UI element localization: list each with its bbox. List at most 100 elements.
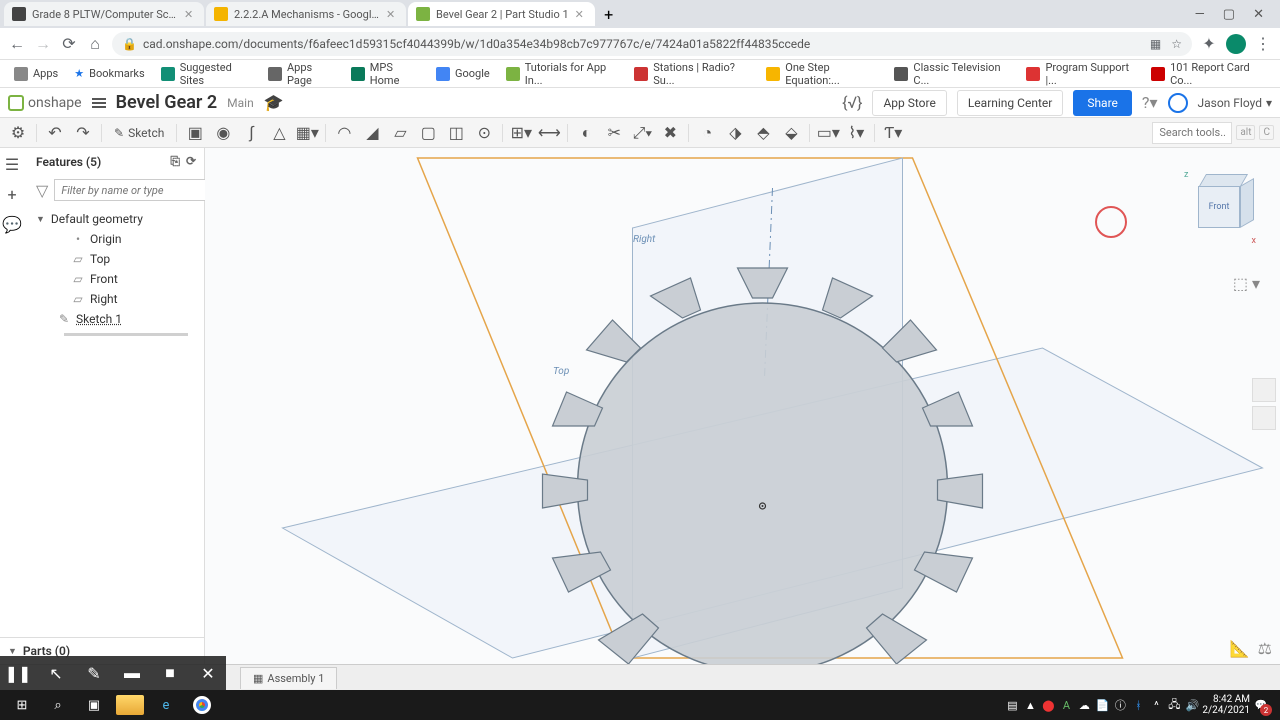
tray-icon[interactable]: ▲ xyxy=(1022,697,1038,713)
comments-tab-icon[interactable]: 💬 xyxy=(0,212,24,236)
tree-front-plane[interactable]: ▱ Front xyxy=(28,269,204,289)
bookmark-item[interactable]: MPS Home xyxy=(345,58,426,90)
bookmark-item[interactable]: Suggested Sites xyxy=(155,58,258,90)
variable-icon[interactable]: Ƭ▾ xyxy=(881,121,905,145)
bookmark-item[interactable]: ★Bookmarks xyxy=(68,64,150,83)
feature-tree-tab-icon[interactable]: ☰ xyxy=(0,152,24,176)
tray-icon[interactable]: ⬤ xyxy=(1040,697,1056,713)
chamfer-icon[interactable]: ◢ xyxy=(360,121,384,145)
minimize-icon[interactable]: — xyxy=(1195,7,1205,22)
tree-sketch-1[interactable]: ✎ Sketch 1 xyxy=(28,309,204,329)
offset-surface-icon[interactable]: ⬙ xyxy=(779,121,803,145)
new-tab-button[interactable]: + xyxy=(597,2,621,26)
tree-top-plane[interactable]: ▱ Top xyxy=(28,249,204,269)
highlighter-icon[interactable]: ▬ xyxy=(122,663,142,683)
mass-properties-icon[interactable] xyxy=(1252,406,1276,430)
redo-icon[interactable]: ↷ xyxy=(71,121,95,145)
bookmark-item[interactable]: 101 Report Card Co... xyxy=(1145,58,1272,90)
reload-icon[interactable]: ⟳ xyxy=(60,35,78,53)
qr-icon[interactable]: ▦ xyxy=(1150,37,1161,51)
close-icon[interactable]: ✕ xyxy=(575,8,587,20)
bookmark-item[interactable]: Tutorials for App In... xyxy=(500,58,625,90)
section-view-icon[interactable] xyxy=(1252,378,1276,402)
volume-icon[interactable]: 🔊 xyxy=(1184,697,1200,713)
mirror-icon[interactable]: ⟷ xyxy=(537,121,561,145)
chrome-icon[interactable] xyxy=(184,692,220,718)
sketch-button[interactable]: ✎ Sketch xyxy=(108,121,170,145)
shell-icon[interactable]: ▢ xyxy=(416,121,440,145)
tray-chevron-icon[interactable]: ^ xyxy=(1148,697,1164,713)
cube-right-face[interactable] xyxy=(1240,178,1254,228)
close-icon[interactable]: ✕ xyxy=(184,8,196,20)
sweep-icon[interactable]: ∫ xyxy=(239,121,263,145)
bookmark-apps[interactable]: Apps xyxy=(8,64,64,84)
version-graph-icon[interactable]: {√} xyxy=(842,93,862,112)
pen-icon[interactable]: ✎ xyxy=(84,663,104,683)
start-button[interactable]: ⊞ xyxy=(4,692,40,718)
refresh-icon[interactable]: ⟳ xyxy=(186,154,196,169)
url-field[interactable]: 🔒 cad.onshape.com/documents/f6afeec1d593… xyxy=(112,32,1192,56)
tray-icon[interactable]: A xyxy=(1058,697,1074,713)
notifications-icon[interactable]: 💬 xyxy=(1252,696,1270,714)
task-view-icon[interactable]: ▣ xyxy=(76,692,112,718)
app-store-button[interactable]: App Store xyxy=(872,90,946,116)
share-button[interactable]: Share xyxy=(1073,90,1132,116)
view-cube[interactable]: z Front x xyxy=(1180,168,1260,248)
bookmark-item[interactable]: Google xyxy=(430,64,496,84)
home-icon[interactable]: ⌂ xyxy=(86,35,104,53)
bluetooth-icon[interactable]: ᚼ xyxy=(1130,697,1146,713)
tree-origin[interactable]: • Origin xyxy=(28,229,204,249)
undo-icon[interactable]: ↶ xyxy=(43,121,67,145)
units-icon[interactable]: ⚖ xyxy=(1258,639,1272,658)
ie-icon[interactable]: e xyxy=(148,692,184,718)
extensions-icon[interactable]: ✦ xyxy=(1200,35,1218,53)
close-toolbar-icon[interactable]: ✕ xyxy=(198,663,218,683)
modify-fillet-icon[interactable]: ◔ xyxy=(695,121,719,145)
browser-tab[interactable]: Grade 8 PLTW/Computer Scien ✕ xyxy=(4,2,204,26)
rib-icon[interactable]: ◫ xyxy=(444,121,468,145)
document-title[interactable]: Bevel Gear 2 xyxy=(116,92,218,113)
boolean-icon[interactable]: ◐ xyxy=(574,121,598,145)
close-icon[interactable]: ✕ xyxy=(386,8,398,20)
revolve-icon[interactable]: ◉ xyxy=(211,121,235,145)
measure-icon[interactable]: 📐 xyxy=(1230,639,1250,658)
filter-icon[interactable]: ▽ xyxy=(36,181,48,200)
feature-list-icon[interactable]: ⚙ xyxy=(6,121,30,145)
maximize-icon[interactable]: ▢ xyxy=(1223,7,1235,22)
split-icon[interactable]: ✂ xyxy=(602,121,626,145)
star-icon[interactable]: ☆ xyxy=(1171,37,1182,51)
system-clock[interactable]: 8:42 AM 2/24/2021 xyxy=(1202,694,1250,716)
tree-right-plane[interactable]: ▱ Right xyxy=(28,289,204,309)
bookmark-item[interactable]: Classic Television C... xyxy=(888,58,1016,90)
replace-face-icon[interactable]: ⬘ xyxy=(751,121,775,145)
pause-icon[interactable]: ❚❚ xyxy=(8,663,28,683)
bookmark-item[interactable]: Apps Page xyxy=(262,58,341,90)
tray-icon[interactable]: ☁ xyxy=(1076,697,1092,713)
pattern-icon[interactable]: ⊞▾ xyxy=(509,121,533,145)
back-icon[interactable]: ← xyxy=(8,35,26,53)
hole-icon[interactable]: ⊙ xyxy=(472,121,496,145)
chevron-down-icon[interactable]: ▾ xyxy=(1252,274,1260,293)
loft-icon[interactable]: △ xyxy=(267,121,291,145)
forward-icon[interactable]: → xyxy=(34,35,52,53)
thicken-icon[interactable]: ▦▾ xyxy=(295,121,319,145)
model-canvas[interactable]: Right Top z Front x ⬚▾ 📐 ⚖ xyxy=(205,148,1280,664)
transform-icon[interactable]: ⤢▾ xyxy=(630,121,654,145)
helix-icon[interactable]: ⌇▾ xyxy=(844,121,868,145)
webcam-icon[interactable]: ■ xyxy=(160,663,180,683)
cube-front-face[interactable]: Front xyxy=(1198,186,1240,228)
tray-icon[interactable]: ⓘ xyxy=(1112,697,1128,713)
delete-face-icon[interactable]: ✖ xyxy=(658,121,682,145)
plane-icon[interactable]: ▭▾ xyxy=(816,121,840,145)
onshape-logo[interactable]: onshape xyxy=(8,95,82,111)
view-cube-home-icon[interactable]: ⬚ xyxy=(1233,274,1248,293)
add-feature-icon[interactable]: + xyxy=(0,182,24,206)
tray-icon[interactable]: ▤ xyxy=(1004,697,1020,713)
browser-tab-active[interactable]: Bevel Gear 2 | Part Studio 1 ✕ xyxy=(408,2,595,26)
menu-icon[interactable] xyxy=(92,98,106,108)
search-tools-input[interactable] xyxy=(1152,122,1232,144)
learning-center-button[interactable]: Learning Center xyxy=(957,90,1063,116)
search-icon[interactable]: ⌕ xyxy=(40,692,76,718)
rollback-icon[interactable]: ⎘ xyxy=(170,154,180,169)
network-icon[interactable]: 🖧 xyxy=(1166,697,1182,713)
